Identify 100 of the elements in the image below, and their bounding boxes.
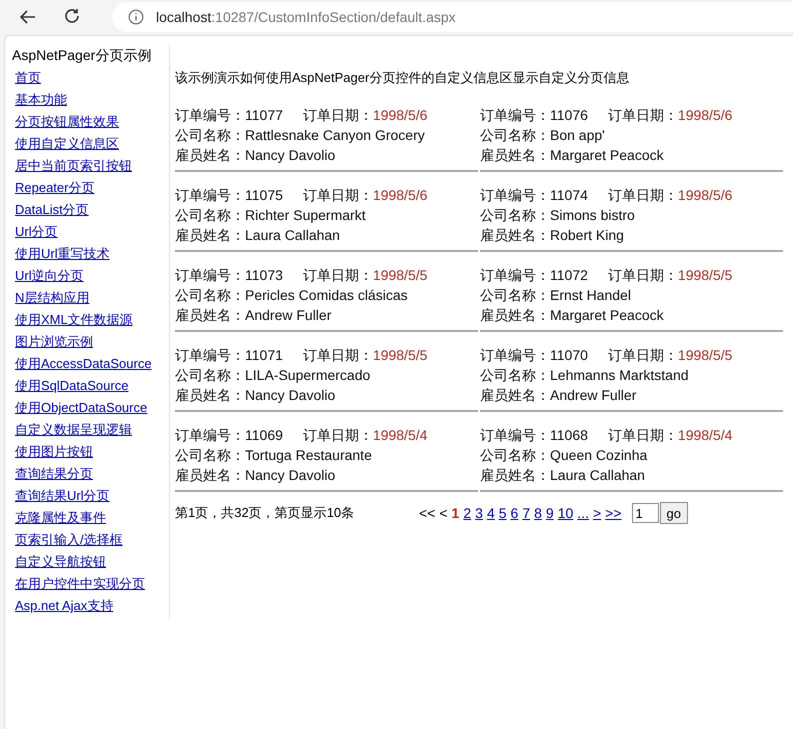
sidebar-link[interactable]: 在用户控件中实现分页 (15, 573, 145, 595)
order-date-label: 订单日期： (302, 106, 373, 125)
company-name: Bon app' (550, 126, 605, 145)
order-number: 11068 (550, 426, 588, 445)
sidebar-link[interactable]: 使用AccessDataSource (15, 353, 152, 375)
employee-name: Laura Callahan (550, 466, 645, 485)
sidebar-link[interactable]: 查询结果分页 (15, 463, 93, 485)
sidebar-link[interactable]: 自定义导航按钮 (15, 551, 106, 573)
employee-label: 雇员姓名： (480, 466, 550, 485)
pager-link[interactable]: 9 (546, 505, 554, 521)
order-date: 1998/5/4 (678, 426, 732, 445)
company-name: Simons bistro (550, 206, 635, 225)
sidebar-link[interactable]: 克隆属性及事件 (15, 507, 106, 529)
pager-link[interactable]: 8 (534, 505, 542, 521)
sidebar-link[interactable]: Url逆向分页 (15, 265, 84, 287)
sidebar-link[interactable]: Url分页 (15, 221, 58, 243)
sidebar-link[interactable]: 图片浏览示例 (15, 331, 93, 353)
order-number-label: 订单编号： (480, 186, 550, 205)
sidebar-link[interactable]: 使用Url重写技术 (15, 243, 110, 265)
company-name: Rattlesnake Canyon Grocery (245, 126, 425, 145)
company-name: Queen Cozinha (550, 446, 648, 465)
company-label: 公司名称： (175, 286, 245, 305)
employee-label: 雇员姓名： (175, 466, 245, 485)
sidebar-link[interactable]: 查询结果Url分页 (15, 485, 110, 507)
company-name: Tortuga Restaurante (245, 446, 372, 465)
sidebar-link[interactable]: 使用XML文件数据源 (15, 309, 133, 331)
order-number: 11070 (550, 346, 588, 365)
company-label: 公司名称： (175, 446, 245, 465)
pager-link[interactable]: 10 (558, 505, 574, 521)
pager-link[interactable]: 3 (475, 505, 483, 521)
employee-name: Robert King (550, 226, 624, 245)
employee-name: Nancy Davolio (245, 386, 336, 405)
sidebar-link[interactable]: Asp.net Ajax支持 (15, 595, 114, 617)
pager-link[interactable]: 7 (522, 505, 530, 521)
sidebar-title: AspNetPager分页示例 (12, 46, 152, 65)
order-number: 11072 (550, 266, 588, 285)
employee-name: Laura Callahan (245, 226, 340, 245)
company-label: 公司名称： (480, 126, 550, 145)
sidebar-link[interactable]: 自定义数据呈现逻辑 (15, 419, 132, 441)
order-number-label: 订单编号： (480, 426, 550, 445)
employee-name: Andrew Fuller (245, 306, 332, 325)
employee-label: 雇员姓名： (480, 386, 550, 405)
sidebar-link[interactable]: 使用ObjectDataSource (15, 397, 148, 419)
order-date: 1998/5/5 (372, 346, 428, 365)
pager-link[interactable]: 4 (486, 505, 495, 521)
sidebar-link[interactable]: 使用图片按钮 (15, 441, 93, 463)
company-label: 公司名称： (480, 286, 550, 305)
order-number-label: 订单编号： (480, 266, 550, 285)
current-page[interactable]: 1 (452, 505, 460, 521)
order-date: 1998/5/6 (678, 186, 732, 205)
order-number-label: 订单编号： (480, 106, 550, 125)
order-number-label: 订单编号： (175, 186, 245, 205)
sidebar-link[interactable]: 分页按钮属性效果 (15, 111, 119, 133)
pager-link[interactable]: > (592, 505, 602, 521)
pager-link[interactable]: 2 (463, 505, 472, 521)
order-date-label: 订单日期： (608, 106, 678, 125)
order-number-label: 订单编号： (480, 346, 550, 365)
address-bar[interactable]: localhost:10287/CustomInfoSection/default.aspx (112, 2, 793, 32)
order-date: 1998/5/5 (372, 266, 428, 285)
page-input[interactable]: 1 (632, 503, 659, 523)
order-date: 1998/5/6 (372, 186, 428, 205)
company-label: 公司名称： (480, 206, 550, 225)
sidebar-link[interactable]: 使用SqlDataSource (15, 375, 128, 397)
go-button[interactable]: go (660, 502, 688, 524)
sidebar-link[interactable]: DataList分页 (15, 199, 89, 221)
pager-summary: 第1页，共32页，第页显示10条 (175, 504, 356, 522)
order-number: 11075 (245, 186, 283, 205)
company-name: LILA-Supermercado (245, 366, 370, 385)
sidebar-link[interactable]: 居中当前页索引按钮 (15, 155, 132, 177)
pager-link[interactable]: 5 (498, 505, 507, 521)
sidebar-link[interactable]: N层结构应用 (15, 287, 90, 309)
order-date: 1998/5/6 (678, 106, 732, 125)
employee-label: 雇员姓名： (480, 226, 550, 245)
pager-link[interactable]: < (439, 505, 448, 521)
order-number: 11076 (550, 106, 588, 125)
company-label: 公司名称： (175, 126, 245, 145)
company-label: 公司名称： (480, 446, 550, 465)
order-number-label: 订单编号： (175, 106, 245, 125)
pager-link[interactable]: >> (605, 505, 622, 521)
company-label: 公司名称： (175, 366, 245, 385)
pager-link[interactable]: ... (577, 505, 589, 521)
order-number: 11071 (245, 346, 283, 365)
sidebar-link[interactable]: Repeater分页 (15, 177, 94, 199)
sidebar-link[interactable]: 使用自定义信息区 (15, 133, 119, 155)
sidebar-link[interactable]: 首页 (15, 67, 41, 89)
sidebar-link[interactable]: 页索引输入/选择框 (15, 529, 123, 551)
info-icon[interactable] (128, 9, 144, 25)
order-date-label: 订单日期： (608, 426, 678, 445)
sidebar-link[interactable]: 基本功能 (15, 89, 67, 111)
order-date: 1998/5/5 (678, 266, 732, 285)
order-date-label: 订单日期： (302, 266, 373, 285)
employee-label: 雇员姓名： (480, 146, 550, 165)
pager-link[interactable]: << (419, 505, 436, 521)
employee-name: Nancy Davolio (245, 466, 336, 485)
employee-name: Nancy Davolio (245, 146, 336, 165)
order-date: 1998/5/5 (678, 346, 732, 365)
employee-label: 雇员姓名： (480, 306, 550, 325)
order-number-label: 订单编号： (175, 426, 245, 445)
order-number: 11077 (245, 106, 283, 125)
pager-link[interactable]: 6 (510, 505, 518, 521)
